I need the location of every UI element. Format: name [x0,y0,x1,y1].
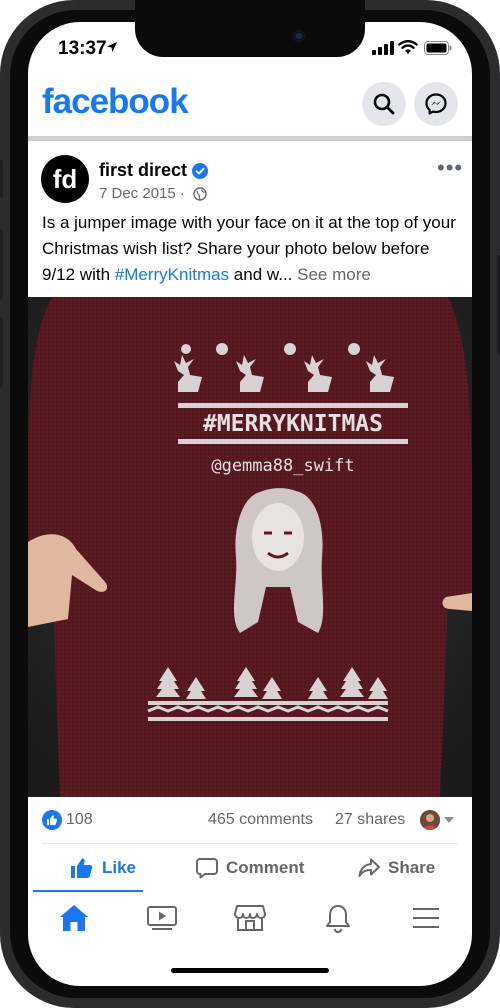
search-button[interactable] [362,82,406,126]
tab-notifications[interactable] [318,900,358,936]
notch [135,0,365,57]
like-label: Like [102,858,137,877]
verified-badge-icon [192,163,208,179]
like-count[interactable]: 108 [66,811,93,829]
tab-watch[interactable] [142,900,182,936]
share-button[interactable]: Share [358,850,435,886]
front-camera [293,30,305,42]
post-options-button[interactable]: ••• [437,155,463,181]
page-avatar[interactable]: fd [41,155,89,203]
volume-up-button [0,230,3,300]
post-image[interactable]: #MERRYKNITMAS @gemma88_swift [28,297,472,797]
post-text: Is a jumper image with your face on it a… [42,210,462,288]
chevron-down-icon[interactable] [444,817,454,823]
comment-button[interactable]: Comment [196,850,304,886]
post-date[interactable]: 7 Dec 2015 · [99,185,185,202]
sweater-handle: @gemma88_swift [211,456,354,476]
messenger-button[interactable] [414,82,458,126]
comment-label: Comment [226,858,305,877]
post-text-end: and w... [229,265,298,284]
tab-marketplace[interactable] [230,900,270,936]
mute-switch [0,160,3,198]
wifi-icon [398,40,418,54]
tab-menu[interactable] [406,900,446,936]
facebook-logo[interactable]: facebook [42,82,189,122]
home-icon [60,905,88,931]
cellular-signal-icon [372,41,394,55]
location-arrow-icon [107,42,117,52]
share-arrow-icon [358,858,380,877]
feed-divider [28,136,472,141]
tab-home[interactable] [54,900,94,936]
bottom-tab-bar [28,892,472,942]
home-indicator[interactable] [171,968,329,973]
search-icon [373,93,395,115]
hashtag-link[interactable]: #MerryKnitmas [115,265,229,284]
viewer-avatar[interactable] [420,810,440,830]
see-more-link[interactable]: See more [297,265,371,284]
page-name[interactable]: first direct [99,160,187,181]
like-button[interactable]: Like [70,850,136,886]
comments-count[interactable]: 465 comments [208,811,313,829]
globe-icon [193,187,207,201]
sweater-hashtag: #MERRYKNITMAS [203,411,383,437]
share-label: Share [388,858,436,877]
messenger-icon [425,93,447,115]
bell-icon [326,905,350,933]
actions-divider [42,843,458,844]
christmas-jumper-photo: #MERRYKNITMAS @gemma88_swift [28,297,472,797]
marketplace-icon [234,905,266,931]
status-time: 13:37 [58,38,107,59]
comment-icon [196,858,218,879]
battery-icon [424,41,452,55]
watch-icon [147,906,177,930]
hamburger-menu-icon [413,908,439,928]
volume-down-button [0,318,3,388]
shares-count[interactable]: 27 shares [335,811,405,829]
thumbs-up-icon [71,858,93,878]
reactions-row: 108 465 comments 27 shares [28,806,472,836]
like-reaction-icon[interactable] [42,810,62,830]
avatar-text: fd [52,163,78,194]
